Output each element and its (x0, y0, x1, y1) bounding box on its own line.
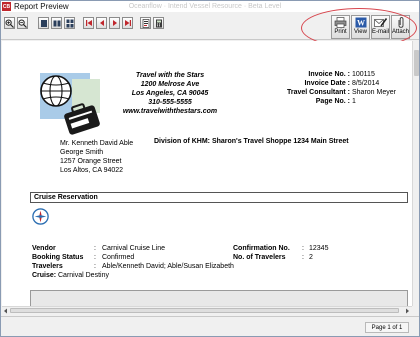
confirmation-colon: : (302, 245, 304, 252)
email-label: E-mail (372, 29, 390, 35)
next-page-icon (112, 20, 117, 26)
company-city: Los Angeles, CA 90045 (131, 90, 209, 97)
vertical-scroll-thumb[interactable] (414, 50, 419, 76)
printer-icon (334, 17, 347, 28)
cruise-label: Cruise: (32, 272, 57, 279)
calculator-button[interactable] (153, 17, 164, 29)
travel-logo-icon (40, 73, 100, 135)
recipient-address: Mr. Kenneth David Able George Smith 1257… (60, 139, 133, 175)
print-button[interactable]: Print (331, 15, 350, 39)
num-travelers-colon: : (302, 254, 304, 261)
single-page-button[interactable] (38, 17, 49, 29)
report-preview-window: CB Report Preview Oceanflow · Intend Ves… (0, 0, 420, 337)
page-number: 1 (352, 98, 356, 105)
export-button[interactable] (140, 17, 151, 29)
page-indicator: Page 1 of 1 (365, 322, 409, 333)
two-page-button[interactable] (51, 17, 62, 29)
background-window-title: Oceanflow · Intend Vessel Resource · Bet… (128, 3, 282, 10)
invoice-labels: Invoice No. : Invoice Date : Travel Cons… (272, 70, 350, 106)
travel-consultant-label: Travel Consultant : (286, 89, 350, 96)
recipient-line-3: 1257 Orange Street (60, 158, 122, 165)
multi-page-button[interactable] (64, 17, 75, 29)
report-footer-box (30, 290, 408, 306)
vendor-value: Carnival Cruise Line (102, 245, 166, 252)
zoom-out-icon (18, 19, 27, 28)
company-website: www.travelwiththestars.com (122, 108, 218, 115)
view-button[interactable]: W View (351, 15, 370, 39)
booking-status-colon: : (94, 254, 96, 261)
svg-text:W: W (357, 19, 365, 28)
first-page-icon (85, 20, 92, 26)
horizontal-scroll-thumb[interactable] (10, 308, 399, 313)
booking-status-value: Confirmed (102, 254, 135, 261)
company-block: Travel with the Stars 1200 Melrose Ave L… (112, 71, 228, 116)
status-bar: Page 1 of 1 (1, 316, 419, 336)
output-actions-group: Print W View E-mail Attach (331, 15, 411, 40)
grid-pages-icon (66, 19, 73, 27)
title-bar: CB Report Preview Oceanflow · Intend Ves… (1, 1, 419, 12)
word-icon: W (355, 17, 366, 28)
num-travelers-value: 2 (309, 254, 313, 261)
next-page-button[interactable] (109, 17, 120, 29)
travelers-label: Travelers (32, 263, 63, 270)
section-title: Cruise Reservation (34, 194, 98, 201)
invoice-number: 100115 (352, 71, 375, 78)
paperclip-icon (398, 17, 403, 28)
horizontal-scrollbar[interactable] (2, 306, 412, 314)
vertical-scrollbar[interactable] (412, 41, 419, 306)
email-button[interactable]: E-mail (371, 15, 390, 39)
section-header: Cruise Reservation (30, 192, 408, 203)
zoom-in-icon (5, 19, 14, 28)
confirmation-value: 12345 (309, 245, 329, 252)
two-pages-icon (53, 20, 60, 26)
scroll-right-icon[interactable] (405, 308, 410, 314)
travelers-colon: : (94, 263, 96, 270)
recipient-line-4: Los Altos, CA 94022 (60, 167, 124, 174)
compass-icon (32, 208, 49, 225)
page-icon (40, 19, 47, 27)
document-icon (142, 18, 149, 28)
travelers-value: Able/Kenneth David; Able/Susan Elizabeth (102, 263, 234, 270)
zoom-out-button[interactable] (17, 17, 28, 29)
zoom-in-button[interactable] (4, 17, 15, 29)
last-page-button[interactable] (122, 17, 133, 29)
previous-page-icon (99, 20, 104, 26)
cruise-value: Carnival Destiny (58, 272, 109, 279)
confirmation-label: Confirmation No. (233, 245, 290, 252)
attach-label: Attach (392, 29, 410, 35)
window-title: Report Preview (14, 2, 69, 11)
booking-status-label: Booking Status (32, 254, 84, 261)
report-page: Travel with the Stars 1200 Melrose Ave L… (2, 41, 412, 306)
vendor-label: Vendor (32, 245, 56, 252)
toolbar: Print W View E-mail Attach (1, 12, 419, 40)
app-icon: CB (2, 2, 11, 11)
division-line: Division of KHM: Sharon's Travel Shoppe … (154, 138, 349, 145)
page-number-label: Page No. : (315, 98, 350, 105)
company-phone: 310-555-5555 (148, 99, 192, 106)
last-page-icon (124, 20, 131, 26)
invoice-date: 8/5/2014 (352, 80, 380, 87)
calculator-icon (155, 19, 162, 27)
vendor-colon: : (94, 245, 96, 252)
invoice-number-label: Invoice No. : (308, 71, 350, 78)
attach-button[interactable]: Attach (391, 15, 410, 39)
first-page-button[interactable] (83, 17, 94, 29)
previous-page-button[interactable] (96, 17, 107, 29)
email-pen-icon (374, 18, 387, 27)
recipient-line-1: Mr. Kenneth David Able (60, 140, 134, 147)
company-street: 1200 Melrose Ave (140, 81, 200, 88)
view-label: View (354, 29, 367, 35)
recipient-line-2: George Smith (60, 149, 104, 156)
invoice-values: 100115 8/5/2014 Sharon Meyer 1 (352, 70, 396, 106)
travel-consultant: Sharon Meyer (352, 89, 396, 96)
company-name: Travel with the Stars (135, 72, 205, 79)
scroll-left-icon[interactable] (3, 308, 8, 314)
num-travelers-label: No. of Travelers (233, 254, 286, 261)
print-label: Print (334, 29, 347, 35)
invoice-date-label: Invoice Date : (304, 80, 350, 87)
